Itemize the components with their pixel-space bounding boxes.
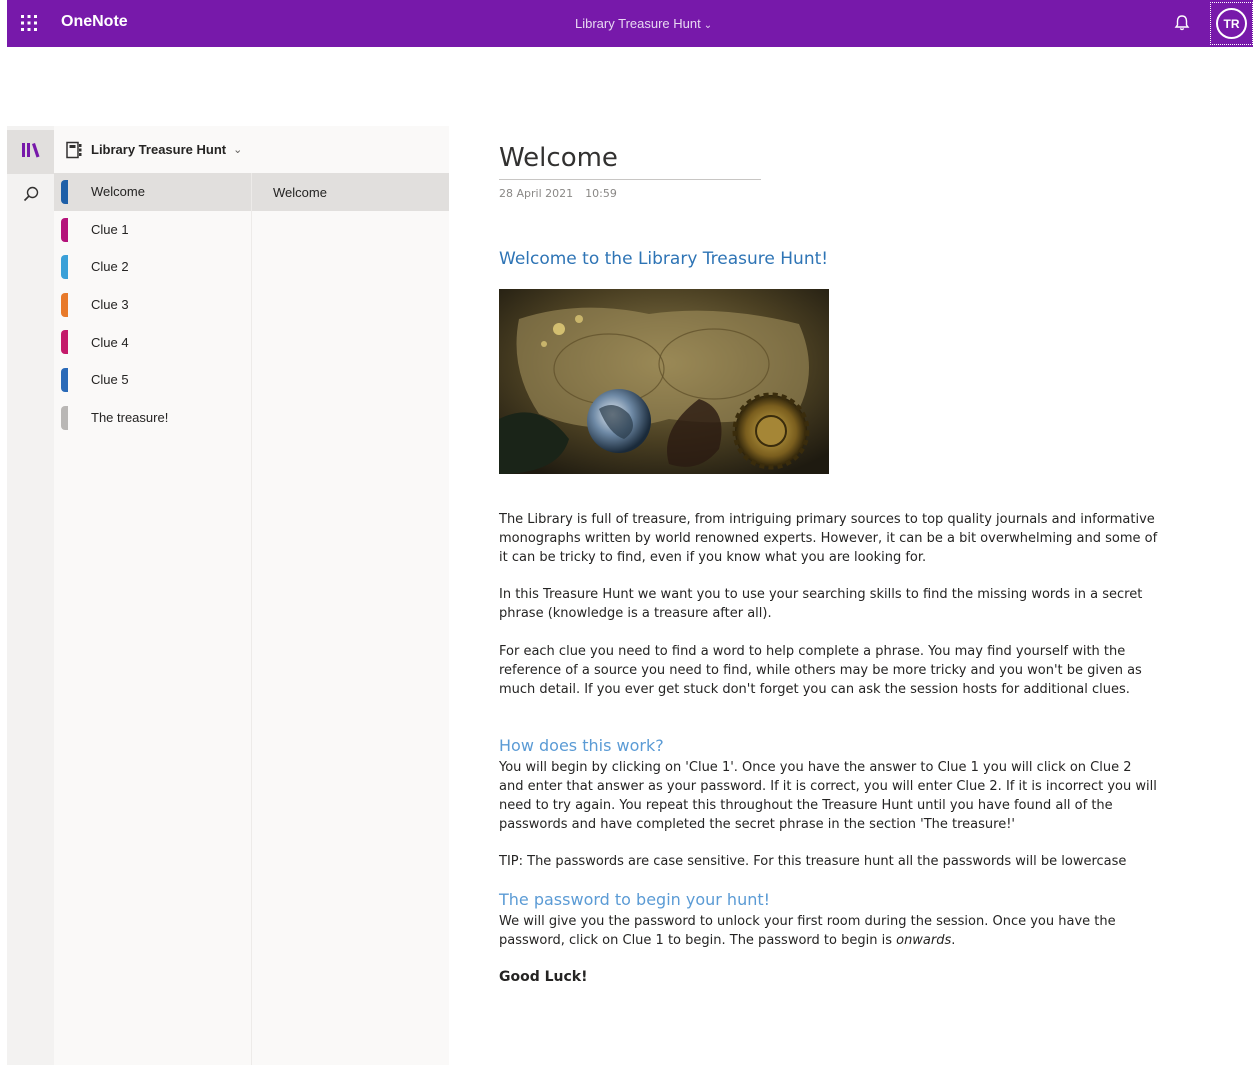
- navigation-pane: Library Treasure Hunt ⌄ Welcome Clue 1 C…: [54, 126, 449, 1065]
- app-name[interactable]: OneNote: [61, 13, 128, 31]
- section-color-tab: [61, 330, 68, 355]
- page-content: Welcome 28 April 2021 10:59 Welcome to th…: [499, 140, 1159, 985]
- notebooks-button[interactable]: [7, 130, 54, 174]
- tip-paragraph[interactable]: TIP: The passwords are case sensitive. F…: [499, 852, 1159, 871]
- intro-paragraph[interactable]: The Library is full of treasure, from in…: [499, 510, 1159, 567]
- page-time: 10:59: [585, 187, 617, 200]
- left-rail: [7, 126, 54, 1065]
- welcome-heading[interactable]: Welcome to the Library Treasure Hunt!: [499, 249, 828, 269]
- avatar[interactable]: TR: [1216, 8, 1247, 39]
- section-color-tab: [61, 255, 68, 280]
- password-paragraph[interactable]: We will give you the password to unlock …: [499, 912, 1159, 950]
- section-item-the-treasure[interactable]: The treasure!: [54, 399, 251, 437]
- treasure-map-image[interactable]: [499, 289, 829, 474]
- page-date: 28 April 2021: [499, 187, 574, 200]
- section-item-clue-2[interactable]: Clue 2: [54, 248, 251, 286]
- notebook-icon: [65, 141, 83, 159]
- account-button[interactable]: TR: [1210, 2, 1253, 45]
- section-item-clue-3[interactable]: Clue 3: [54, 286, 251, 324]
- how-it-works-heading[interactable]: How does this work?: [499, 736, 664, 755]
- section-label: Clue 4: [91, 334, 129, 350]
- chevron-down-icon: ⌄: [233, 144, 243, 156]
- search-button[interactable]: [7, 174, 54, 218]
- section-item-welcome[interactable]: Welcome: [54, 173, 251, 211]
- page-timestamp: 28 April 2021 10:59: [499, 187, 1159, 200]
- section-list: Welcome Clue 1 Clue 2 Clue 3 Clue 4 Clue…: [54, 173, 251, 436]
- chevron-down-icon: ⌄: [703, 20, 713, 31]
- notebook-name: Library Treasure Hunt: [91, 142, 227, 157]
- notebook-title: Library Treasure Hunt: [575, 16, 701, 31]
- section-color-tab: [61, 292, 68, 317]
- goal-paragraph[interactable]: In this Treasure Hunt we want you to use…: [499, 585, 1159, 623]
- how-it-works-paragraph[interactable]: You will begin by clicking on 'Clue 1'. …: [499, 758, 1159, 834]
- section-label: Clue 1: [91, 221, 129, 237]
- section-color-tab: [61, 367, 68, 392]
- section-label: The treasure!: [91, 409, 169, 425]
- password-text: We will give you the password to unlock …: [499, 914, 1116, 948]
- search-icon: [22, 185, 40, 208]
- section-color-tab: [61, 217, 68, 242]
- section-label: Clue 5: [91, 372, 129, 388]
- page-item-welcome[interactable]: Welcome: [252, 173, 449, 211]
- notebook-switcher[interactable]: Library Treasure Hunt ⌄: [54, 126, 449, 173]
- library-icon: [21, 141, 41, 164]
- section-item-clue-1[interactable]: Clue 1: [54, 211, 251, 249]
- closing-text[interactable]: Good Luck!: [499, 968, 588, 987]
- page-title[interactable]: Welcome: [499, 140, 761, 180]
- clue-paragraph[interactable]: For each clue you need to find a word to…: [499, 642, 1159, 699]
- password-word: onwards: [896, 933, 952, 948]
- app-launcher-icon[interactable]: [19, 13, 39, 33]
- password-heading[interactable]: The password to begin your hunt!: [499, 890, 770, 909]
- section-label: Clue 3: [91, 297, 129, 313]
- top-bar: OneNote Library Treasure Hunt ⌄ TR: [7, 0, 1253, 47]
- section-color-tab: [61, 180, 68, 204]
- section-item-clue-4[interactable]: Clue 4: [54, 323, 251, 361]
- page-list: Welcome: [251, 173, 449, 1065]
- section-color-tab: [61, 405, 68, 430]
- password-text-end: .: [951, 933, 956, 948]
- section-item-clue-5[interactable]: Clue 5: [54, 361, 251, 399]
- section-label: Welcome: [91, 184, 145, 200]
- notebook-title-dropdown[interactable]: Library Treasure Hunt ⌄: [575, 16, 712, 31]
- page-label: Welcome: [273, 184, 327, 200]
- notification-bell-icon[interactable]: [1172, 13, 1192, 33]
- section-label: Clue 2: [91, 259, 129, 275]
